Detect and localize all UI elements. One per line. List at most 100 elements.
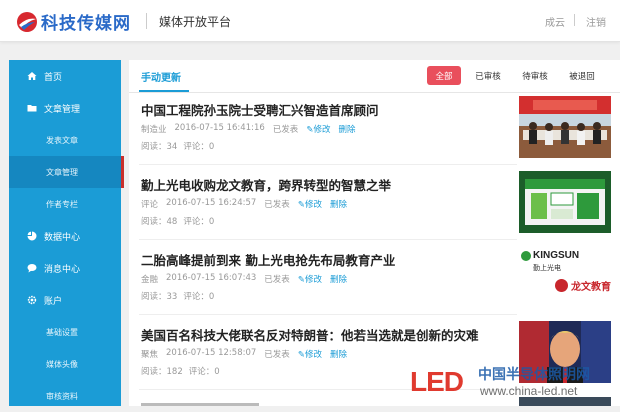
article-status: 已发表 bbox=[264, 275, 290, 285]
sidebar-item-label: 数据中心 bbox=[44, 232, 81, 243]
platform-title: 媒体开放平台 bbox=[159, 15, 232, 29]
article-row: 二胎高峰提前到来 勤上光电抢先布局教育产业 金融 2016-07-15 16:0… bbox=[129, 246, 620, 326]
article-meta: 金融 2016-07-15 16:07:43 已发表 ✎修改 删除 bbox=[141, 273, 347, 285]
edit-link[interactable]: ✎修改 bbox=[298, 348, 322, 360]
main-panel: 手动更新 全部 已审核 待审核 被退回 中国工程院孙玉院士受聘汇兴智造首席顾问 … bbox=[129, 60, 620, 406]
delete-link[interactable]: 删除 bbox=[330, 198, 347, 210]
article-thumbnail[interactable] bbox=[519, 171, 611, 233]
sidebar-item-messages[interactable]: 消息中心 bbox=[9, 252, 121, 284]
edit-link[interactable]: ✎修改 bbox=[306, 123, 330, 135]
article-comments: 评论：0 bbox=[188, 367, 220, 377]
article-date: 2016-07-15 16:41:16 bbox=[174, 123, 265, 133]
sidebar-item-account[interactable]: 账户 bbox=[9, 284, 121, 316]
delete-link[interactable]: 删除 bbox=[338, 123, 355, 135]
sidebar-item-label: 首页 bbox=[44, 72, 63, 83]
article-stats: 阅读：33 评论：0 bbox=[141, 290, 214, 302]
sidebar-item-label: 基础设置 bbox=[46, 327, 78, 337]
article-reads: 阅读：48 bbox=[141, 217, 178, 227]
folder-icon bbox=[27, 103, 37, 113]
article-title[interactable]: 二胎高峰提前到来 勤上光电抢先布局教育产业 bbox=[141, 250, 395, 269]
sidebar-item-home[interactable]: 首页 bbox=[9, 60, 121, 92]
article-stats: 阅读：182 评论：0 bbox=[141, 365, 220, 377]
article-stats: 阅读：34 评论：0 bbox=[141, 140, 214, 152]
sidebar-item-label: 媒体头像 bbox=[46, 359, 78, 369]
article-row: 勤上光电收购龙文教育，跨界转型的智慧之举 评论 2016-07-15 16:24… bbox=[129, 171, 620, 251]
article-date: 2016-07-15 16:07:43 bbox=[166, 273, 257, 283]
delete-link[interactable]: 删除 bbox=[330, 348, 347, 360]
article-thumbnail[interactable] bbox=[519, 96, 611, 158]
article-meta: 评论 2016-07-15 16:24:57 已发表 ✎修改 删除 bbox=[141, 198, 347, 210]
watermark-cn: 中国半导体照明网 bbox=[478, 367, 590, 383]
article-reads: 阅读：34 bbox=[141, 142, 178, 152]
row-divider bbox=[139, 164, 517, 165]
sidebar: 首页 文章管理 发表文章 文章管理 作者专栏 数据中心 消息中心 账户 基础设置 bbox=[9, 60, 124, 406]
longwen-logo: 龙文教育 bbox=[555, 278, 611, 293]
sidebar-item-label: 作者专栏 bbox=[46, 199, 78, 209]
sidebar-item-article-manage[interactable]: 文章管理 bbox=[9, 156, 124, 188]
sidebar-item-label: 文章管理 bbox=[44, 104, 81, 115]
article-title[interactable]: 中国工程院孙玉院士受聘汇兴智造首席顾问 bbox=[141, 100, 379, 119]
user-name[interactable]: 成云 bbox=[545, 14, 565, 29]
filter-pending[interactable]: 待审核 bbox=[515, 66, 555, 85]
article-status: 已发表 bbox=[264, 200, 290, 210]
kingsun-icon bbox=[521, 250, 531, 261]
longwen-icon bbox=[555, 279, 568, 292]
sidebar-item-label: 审核资料 bbox=[46, 391, 78, 401]
logout-link[interactable]: 注销 bbox=[586, 14, 606, 29]
filter-approved[interactable]: 已审核 bbox=[469, 66, 507, 85]
article-status: 已发表 bbox=[272, 125, 299, 135]
top-bar: 科技传媒网 媒体开放平台 成云 注销 bbox=[0, 0, 620, 42]
watermark-brand: LED bbox=[410, 366, 464, 397]
article-row-partial bbox=[141, 400, 261, 406]
sidebar-item-label: 消息中心 bbox=[44, 264, 81, 275]
article-row: 中国工程院孙玉院士受聘汇兴智造首席顾问 制造业 2016-07-15 16:41… bbox=[129, 96, 620, 176]
sidebar-item-review-materials[interactable]: 审核资料 bbox=[9, 380, 121, 412]
filter-rejected[interactable]: 被退回 bbox=[561, 66, 603, 85]
article-category: 制造业 bbox=[141, 125, 167, 135]
header-separator bbox=[574, 14, 575, 26]
watermark-url: www.china-led.net bbox=[480, 384, 578, 398]
tab-manual-update[interactable]: 手动更新 bbox=[141, 69, 181, 84]
sidebar-item-label: 发表文章 bbox=[46, 135, 78, 145]
article-title[interactable]: 美国百名科技大佬联名反对特朗普：他若当选就是创新的灾难 bbox=[141, 325, 479, 344]
edit-link[interactable]: ✎修改 bbox=[298, 198, 322, 210]
article-comments: 评论：0 bbox=[183, 217, 215, 227]
article-status: 已发表 bbox=[264, 350, 290, 360]
tabs-divider bbox=[129, 92, 620, 93]
delete-link[interactable]: 删除 bbox=[330, 273, 347, 285]
article-reads: 阅读：33 bbox=[141, 292, 178, 302]
article-reads: 阅读：182 bbox=[141, 367, 183, 377]
edit-link[interactable]: ✎修改 bbox=[298, 273, 322, 285]
sidebar-item-data-center[interactable]: 数据中心 bbox=[9, 220, 121, 252]
home-icon bbox=[27, 71, 37, 81]
sidebar-item-publish-article[interactable]: 发表文章 bbox=[9, 124, 121, 156]
kingsun-logo: KINGSUN bbox=[521, 250, 579, 261]
article-meta: 聚焦 2016-07-15 12:58:07 已发表 ✎修改 删除 bbox=[141, 348, 347, 360]
sidebar-item-articles[interactable]: 文章管理 bbox=[9, 92, 121, 124]
logo-text: 科技传媒网 bbox=[41, 14, 131, 34]
article-stats: 阅读：48 评论：0 bbox=[141, 215, 214, 227]
article-title[interactable]: 勤上光电收购龙文教育，跨界转型的智慧之举 bbox=[141, 175, 391, 194]
sidebar-item-media-avatar[interactable]: 媒体头像 bbox=[9, 348, 121, 380]
article-thumbnail[interactable]: KINGSUN 勤上光电 龙文教育 bbox=[519, 246, 611, 308]
active-indicator bbox=[121, 156, 124, 188]
pie-chart-icon bbox=[27, 231, 37, 241]
article-category: 金融 bbox=[141, 275, 159, 285]
article-comments: 评论：0 bbox=[183, 142, 215, 152]
sidebar-item-basic-settings[interactable]: 基础设置 bbox=[9, 316, 121, 348]
edit-icon: ✎ bbox=[297, 275, 305, 285]
sidebar-item-author-column[interactable]: 作者专栏 bbox=[9, 188, 121, 220]
logo-icon bbox=[16, 11, 38, 33]
edit-icon: ✎ bbox=[297, 350, 305, 360]
row-divider bbox=[139, 239, 517, 240]
sidebar-item-label: 账户 bbox=[44, 296, 63, 307]
filter-all[interactable]: 全部 bbox=[427, 66, 461, 85]
article-category: 聚焦 bbox=[141, 350, 159, 360]
article-date: 2016-07-15 12:58:07 bbox=[166, 348, 257, 358]
row-divider bbox=[139, 314, 517, 315]
site-logo[interactable]: 科技传媒网 bbox=[16, 9, 131, 34]
article-meta: 制造业 2016-07-15 16:41:16 已发表 ✎修改 删除 bbox=[141, 123, 355, 135]
edit-icon: ✎ bbox=[297, 200, 305, 210]
article-date: 2016-07-15 16:24:57 bbox=[166, 198, 257, 208]
chat-icon bbox=[27, 263, 37, 273]
